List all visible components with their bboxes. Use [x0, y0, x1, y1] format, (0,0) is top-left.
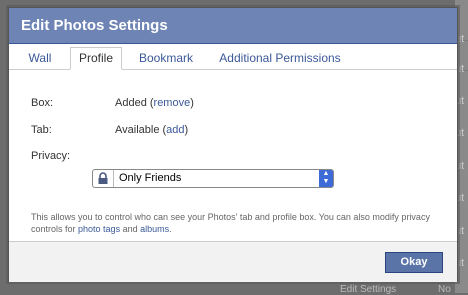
tab-status-text: Available (: [115, 124, 167, 136]
select-divider: [113, 170, 114, 187]
edit-photos-settings-dialog: Edit Photos Settings Wall Profile Bookma…: [8, 7, 458, 282]
tab-label: Tab:: [31, 124, 52, 136]
add-link[interactable]: add: [166, 124, 184, 136]
albums-link[interactable]: albums: [140, 224, 169, 234]
tab-profile[interactable]: Profile: [70, 47, 122, 70]
box-status: Added (remove): [115, 97, 194, 109]
lock-icon: [98, 172, 108, 184]
tab-additional-permissions[interactable]: Additional Permissions: [214, 48, 346, 69]
box-status-text: Added (: [115, 97, 154, 109]
tab-status-close: ): [184, 124, 189, 136]
dialog-title: Edit Photos Settings: [9, 8, 457, 44]
description-text: and: [120, 224, 141, 234]
privacy-description: This allows you to control who can see y…: [31, 211, 441, 235]
privacy-label: Privacy:: [31, 150, 71, 162]
okay-button[interactable]: Okay: [385, 252, 443, 273]
description-text: .: [169, 224, 172, 234]
profile-tab-content: Box: Added (remove) Tab: Available (add)…: [9, 70, 457, 234]
dialog-footer: Okay: [9, 241, 457, 282]
box-status-close: ): [190, 97, 194, 109]
tab-status: Available (add): [115, 124, 188, 136]
box-label: Box:: [31, 97, 54, 109]
tab-wall[interactable]: Wall: [19, 48, 61, 69]
privacy-select[interactable]: Only Friends ▲ ▼: [92, 169, 334, 188]
background-text: No: [438, 284, 451, 295]
background-text: Edit Settings: [340, 284, 397, 295]
photo-tags-link[interactable]: photo tags: [78, 224, 120, 234]
remove-link[interactable]: remove: [154, 97, 191, 109]
tab-bookmark[interactable]: Bookmark: [131, 48, 201, 69]
privacy-select-value: Only Friends: [119, 172, 182, 184]
tab-bar: Wall Profile Bookmark Additional Permiss…: [9, 44, 457, 70]
select-arrows-icon[interactable]: ▲ ▼: [319, 170, 333, 187]
